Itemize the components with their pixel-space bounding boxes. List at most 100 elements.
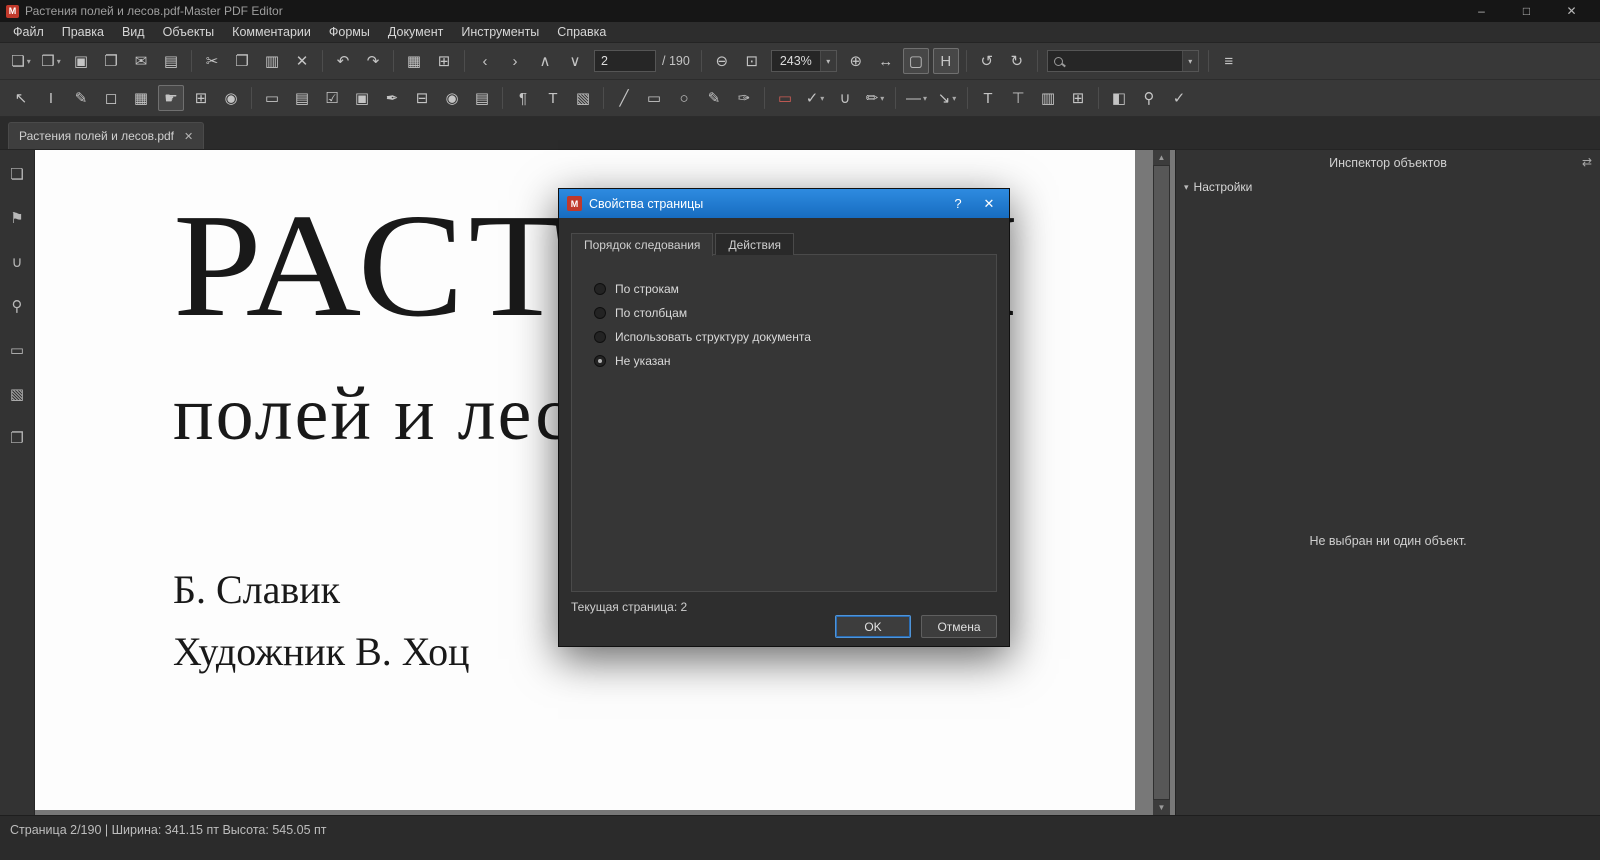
zoom-caret-icon[interactable]: ▾ bbox=[819, 51, 836, 71]
cut-button[interactable]: ✂ bbox=[199, 48, 225, 74]
print-button[interactable]: ▤ bbox=[158, 48, 184, 74]
dialog-help-button[interactable]: ? bbox=[946, 196, 970, 211]
dialog-title-bar[interactable]: M Свойства страницы ? ✕ bbox=[559, 189, 1009, 218]
line-tool-button[interactable]: ╱ bbox=[611, 85, 637, 111]
search-panel-button[interactable]: ⚲ bbox=[4, 292, 30, 320]
edit-text-button[interactable]: T bbox=[975, 85, 1001, 111]
search-caret-icon[interactable]: ▾ bbox=[1181, 51, 1198, 71]
zoom-combobox[interactable]: 243% ▾ bbox=[770, 50, 837, 72]
snap-to-grid-button[interactable]: ⊞ bbox=[431, 48, 457, 74]
freehand-sign-button[interactable]: ✑ bbox=[731, 85, 757, 111]
signatures-panel-button[interactable]: ▧ bbox=[4, 380, 30, 408]
pencil-tool-button[interactable]: ✎ bbox=[701, 85, 727, 111]
vertical-scrollbar[interactable]: ▲ ▼ bbox=[1153, 150, 1170, 815]
insert-page-button[interactable]: ▥ bbox=[1035, 85, 1061, 111]
menu-edit[interactable]: Правка bbox=[53, 22, 113, 43]
menu-file[interactable]: Файл bbox=[4, 22, 53, 43]
radio-by-columns[interactable]: По столбцам bbox=[594, 301, 996, 325]
select-object-tool-button[interactable]: ◻ bbox=[98, 85, 124, 111]
line-style-button[interactable]: ― ▾ bbox=[903, 85, 930, 111]
menu-forms[interactable]: Формы bbox=[320, 22, 379, 43]
menu-comments[interactable]: Комментарии bbox=[223, 22, 320, 43]
menu-document[interactable]: Документ bbox=[379, 22, 452, 43]
ellipse-tool-button[interactable]: ○ bbox=[671, 85, 697, 111]
snapshot-tool-button[interactable]: ◉ bbox=[218, 85, 244, 111]
tab-close-icon[interactable]: ✕ bbox=[184, 130, 193, 143]
save-as-button[interactable]: ❐ bbox=[98, 48, 124, 74]
radio-document-structure[interactable]: Использовать структуру документа bbox=[594, 325, 996, 349]
radiobutton-field-button[interactable]: ◉ bbox=[439, 85, 465, 111]
zoom-tool-button[interactable]: ⊞ bbox=[188, 85, 214, 111]
ok-button[interactable]: OK bbox=[835, 615, 911, 638]
bookmarks-panel-button[interactable]: ⚑ bbox=[4, 204, 30, 232]
search-input[interactable] bbox=[1062, 54, 1182, 68]
page-down-button[interactable]: ∨ bbox=[562, 48, 588, 74]
highlight-area-button[interactable]: ▭ bbox=[772, 85, 798, 111]
zoom-out-button[interactable]: ⊖ bbox=[709, 48, 735, 74]
email-button[interactable]: ✉ bbox=[128, 48, 154, 74]
scroll-down-icon[interactable]: ▼ bbox=[1158, 800, 1166, 815]
next-page-button[interactable]: › bbox=[502, 48, 528, 74]
copy-button[interactable]: ❐ bbox=[229, 48, 255, 74]
add-image-button[interactable]: ▧ bbox=[570, 85, 596, 111]
attach-file-button[interactable]: ∪ bbox=[832, 85, 858, 111]
checkbox-field-button[interactable]: ☑ bbox=[319, 85, 345, 111]
radio-icon[interactable] bbox=[594, 355, 606, 367]
signature-field-button[interactable]: ✒ bbox=[379, 85, 405, 111]
rotate-left-button[interactable]: ↺ bbox=[974, 48, 1000, 74]
hand-tool-button[interactable]: ☛ bbox=[158, 85, 184, 111]
thumbnails-panel-button[interactable]: ❏ bbox=[4, 160, 30, 188]
radio-icon[interactable] bbox=[594, 283, 606, 295]
menu-objects[interactable]: Объекты bbox=[154, 22, 224, 43]
menu-help[interactable]: Справка bbox=[548, 22, 615, 43]
fit-width-button[interactable]: ↔ bbox=[873, 48, 899, 74]
previous-page-button[interactable]: ‹ bbox=[472, 48, 498, 74]
fit-page-button[interactable]: ▢ bbox=[902, 48, 929, 74]
layers-panel-button[interactable]: ❐ bbox=[4, 424, 30, 452]
push-button-field-button[interactable]: ▣ bbox=[349, 85, 375, 111]
edit-document-tool-button[interactable]: ✎ bbox=[68, 85, 94, 111]
new-document-button[interactable]: ❏ ▾ bbox=[8, 48, 34, 74]
document-tab[interactable]: Растения полей и лесов.pdf ✕ bbox=[8, 122, 205, 149]
edit-forms-tool-button[interactable]: ▦ bbox=[128, 85, 154, 111]
radio-by-rows[interactable]: По строкам bbox=[594, 277, 996, 301]
paste-button[interactable]: ▥ bbox=[259, 48, 285, 74]
show-grid-button[interactable]: ▦ bbox=[401, 48, 427, 74]
menu-view[interactable]: Вид bbox=[113, 22, 154, 43]
text-box-button[interactable]: ⊤ bbox=[1005, 85, 1031, 111]
listbox-field-button[interactable]: ▤ bbox=[469, 85, 495, 111]
text-select-tool-button[interactable]: I bbox=[38, 85, 64, 111]
attachments-panel-button[interactable]: ∪ bbox=[4, 248, 30, 276]
page-number-input[interactable] bbox=[594, 50, 656, 72]
form-fields-panel-button[interactable]: ▭ bbox=[4, 336, 30, 364]
highlight-fields-button[interactable]: H bbox=[932, 48, 959, 74]
dialog-close-button[interactable]: ✕ bbox=[977, 196, 1001, 212]
zoom-in-button[interactable]: ⊕ bbox=[843, 48, 869, 74]
note-annotation-button[interactable]: ▤ bbox=[289, 85, 315, 111]
minimize-button[interactable]: – bbox=[1459, 4, 1504, 18]
zoom-marquee-button[interactable]: ⊡ bbox=[739, 48, 765, 74]
scroll-up-icon[interactable]: ▲ bbox=[1158, 150, 1166, 165]
delete-button[interactable]: ✕ bbox=[289, 48, 315, 74]
redo-button[interactable]: ↷ bbox=[360, 48, 386, 74]
maximize-button[interactable]: □ bbox=[1504, 4, 1549, 18]
radio-icon[interactable] bbox=[594, 307, 606, 319]
search-box[interactable]: ▾ bbox=[1046, 50, 1199, 72]
rotate-right-button[interactable]: ↻ bbox=[1004, 48, 1030, 74]
save-button[interactable]: ▣ bbox=[68, 48, 94, 74]
dock-panel-icon[interactable]: ⇄ bbox=[1582, 155, 1592, 169]
text-align-button[interactable]: ¶ bbox=[510, 85, 536, 111]
radio-icon[interactable] bbox=[594, 331, 606, 343]
rectangle-tool-button[interactable]: ▭ bbox=[641, 85, 667, 111]
eraser-button[interactable]: ◧ bbox=[1106, 85, 1132, 111]
cancel-button[interactable]: Отмена bbox=[921, 615, 997, 638]
scrollbar-thumb[interactable] bbox=[1153, 165, 1170, 800]
close-button[interactable]: ✕ bbox=[1549, 4, 1594, 18]
page-up-button[interactable]: ∧ bbox=[532, 48, 558, 74]
combobox-field-button[interactable]: ⊟ bbox=[409, 85, 435, 111]
menu-tools[interactable]: Инструменты bbox=[452, 22, 548, 43]
tab-actions[interactable]: Действия bbox=[715, 233, 795, 255]
undo-button[interactable]: ↶ bbox=[330, 48, 356, 74]
tab-page-order[interactable]: Порядок следования bbox=[571, 233, 714, 256]
arrow-style-button[interactable]: ↘ ▾ bbox=[934, 85, 960, 111]
